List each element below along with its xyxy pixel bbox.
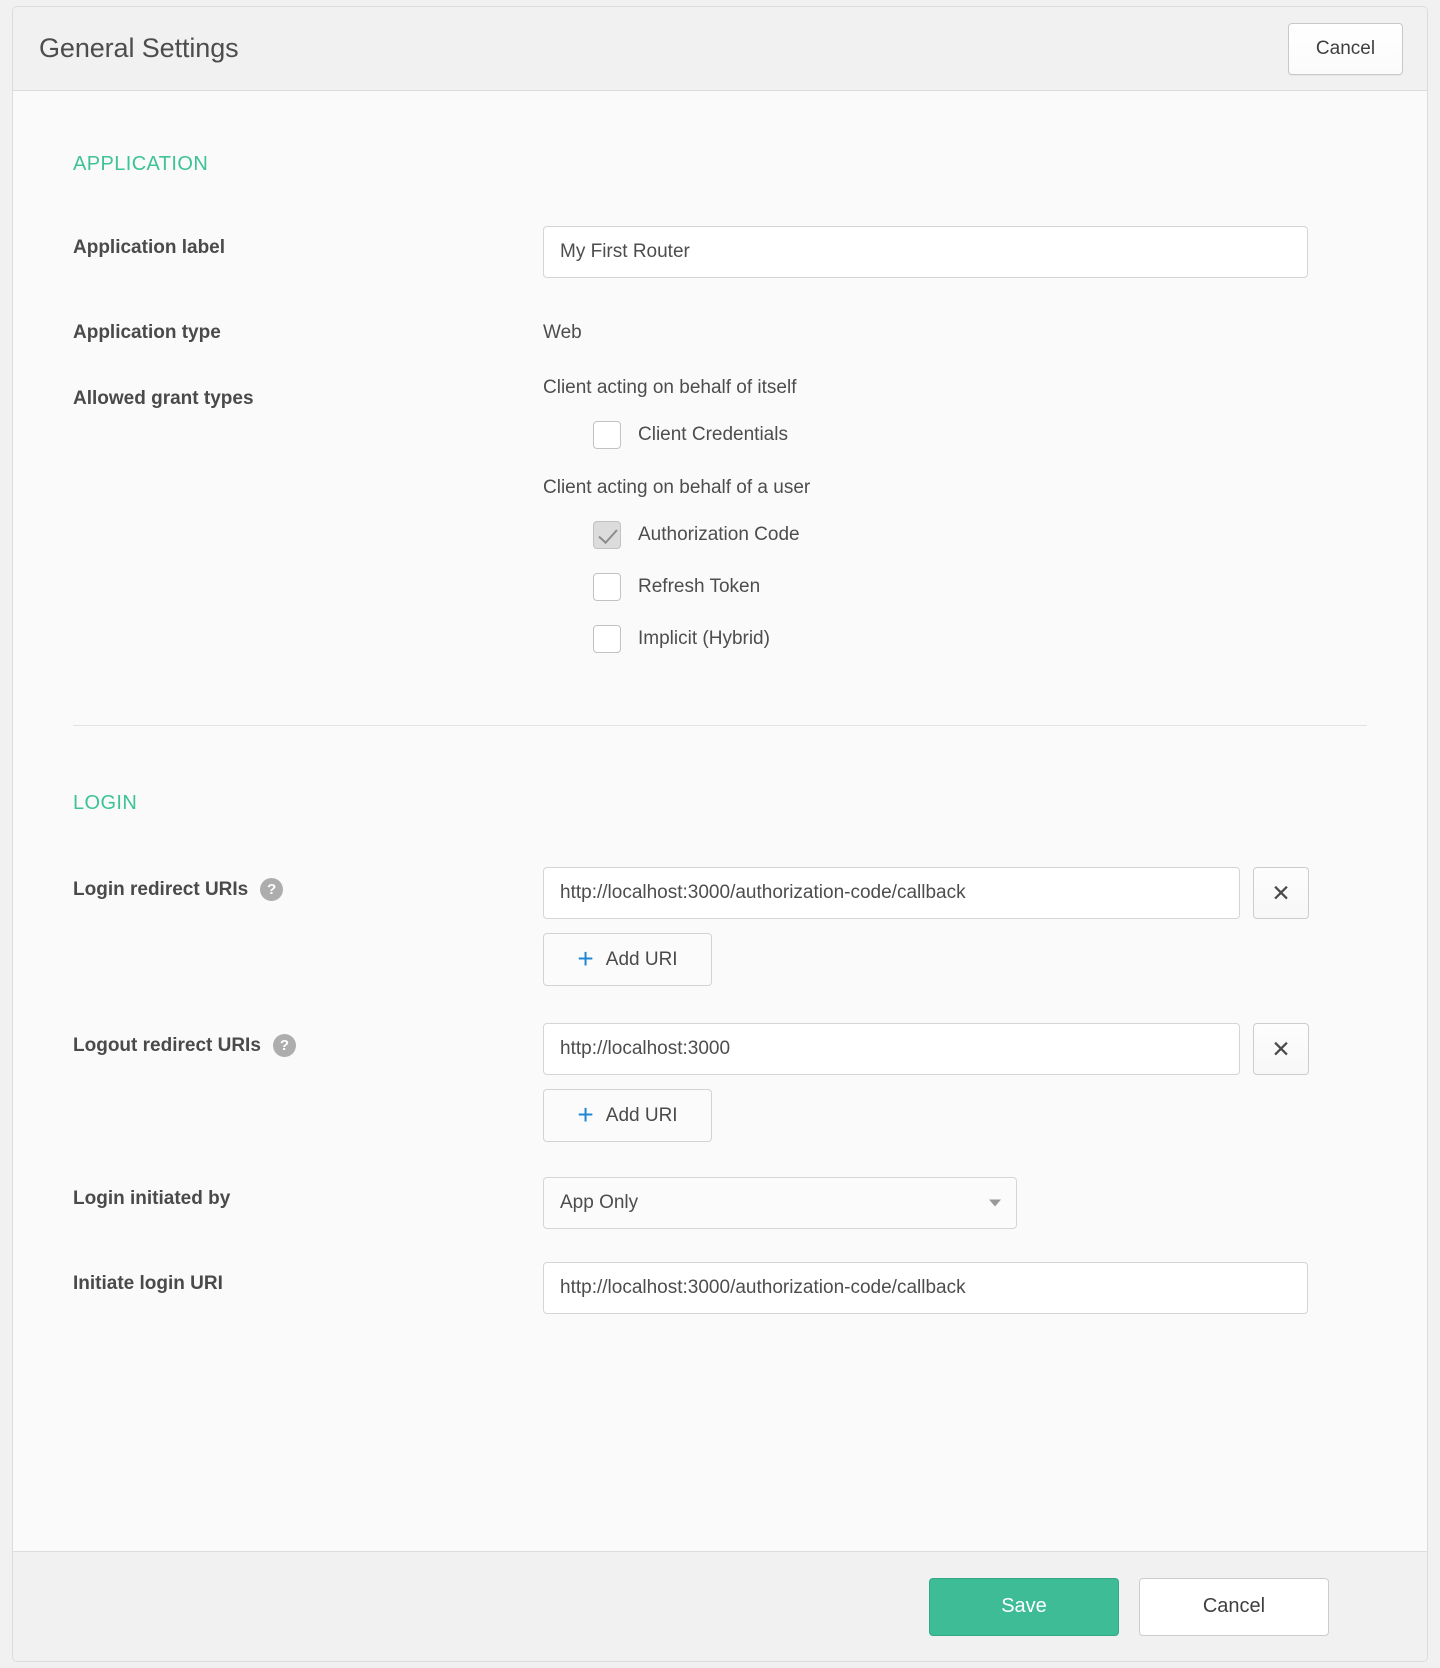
checkbox-label-client-credentials: Client Credentials (638, 424, 788, 446)
login-redirect-uris-label-wrap: Login redirect URIs ? (73, 867, 543, 901)
save-button[interactable]: Save (929, 1578, 1119, 1636)
application-label-control (543, 226, 1367, 278)
application-type-label: Application type (73, 311, 543, 344)
application-label-input[interactable] (543, 226, 1308, 278)
add-login-redirect-uri-button[interactable]: + Add URI (543, 933, 712, 986)
logout-redirect-uri-entry: ✕ (543, 1023, 1367, 1075)
panel-footer: Save Cancel (13, 1551, 1427, 1661)
general-settings-panel: General Settings Cancel APPLICATION Appl… (12, 6, 1428, 1662)
grant-group-heading-user: Client acting on behalf of a user (543, 477, 1367, 499)
plus-icon: + (577, 945, 593, 973)
application-type-value: Web (543, 311, 1367, 344)
checkbox-row-implicit-hybrid[interactable]: Implicit (Hybrid) (593, 625, 1367, 653)
section-divider (73, 725, 1367, 726)
header-cancel-button[interactable]: Cancel (1288, 23, 1403, 75)
login-redirect-uri-entry: ✕ (543, 867, 1367, 919)
allowed-grant-types-row: Allowed grant types Client acting on beh… (73, 377, 1367, 677)
help-icon-login-redirect[interactable]: ? (260, 878, 283, 901)
checkbox-row-authorization-code[interactable]: Authorization Code (593, 521, 1367, 549)
initiate-login-uri-input[interactable] (543, 1262, 1308, 1314)
logout-redirect-uri-input[interactable] (543, 1023, 1240, 1075)
checkbox-label-implicit-hybrid: Implicit (Hybrid) (638, 628, 770, 650)
application-label-row: Application label (73, 226, 1367, 278)
help-icon-logout-redirect[interactable]: ? (273, 1034, 296, 1057)
grant-group-heading-self: Client acting on behalf of itself (543, 377, 1367, 399)
checkbox-label-refresh-token: Refresh Token (638, 576, 760, 598)
checkbox-row-client-credentials[interactable]: Client Credentials (593, 421, 1367, 449)
login-redirect-uris-row: Login redirect URIs ? ✕ + Add URI (73, 867, 1367, 986)
panel-header: General Settings Cancel (13, 7, 1427, 91)
grant-types-control: Client acting on behalf of itself Client… (543, 377, 1367, 677)
checkbox-refresh-token[interactable] (593, 573, 621, 601)
login-initiated-by-select-wrap[interactable]: App Only (543, 1177, 1017, 1229)
footer-cancel-button[interactable]: Cancel (1139, 1578, 1329, 1636)
plus-icon: + (577, 1101, 593, 1129)
initiate-login-uri-label: Initiate login URI (73, 1262, 543, 1295)
logout-redirect-uris-label-wrap: Logout redirect URIs ? (73, 1023, 543, 1057)
checkbox-row-refresh-token[interactable]: Refresh Token (593, 573, 1367, 601)
application-label-label: Application label (73, 226, 543, 259)
add-logout-redirect-uri-label: Add URI (606, 1105, 678, 1127)
checkbox-client-credentials[interactable] (593, 421, 621, 449)
login-redirect-uris-label: Login redirect URIs (73, 879, 248, 901)
checkbox-authorization-code[interactable] (593, 521, 621, 549)
logout-redirect-uris-label: Logout redirect URIs (73, 1035, 261, 1057)
login-redirect-uri-input[interactable] (543, 867, 1240, 919)
application-type-row: Application type Web (73, 311, 1367, 344)
login-initiated-by-row: Login initiated by App Only (73, 1177, 1367, 1229)
add-logout-redirect-uri-button[interactable]: + Add URI (543, 1089, 712, 1142)
initiate-login-uri-row: Initiate login URI (73, 1262, 1367, 1314)
panel-body: APPLICATION Application label Applicatio… (13, 91, 1427, 1551)
checkbox-implicit-hybrid[interactable] (593, 625, 621, 653)
add-login-redirect-uri-label: Add URI (606, 949, 678, 971)
application-section-title: APPLICATION (73, 153, 1367, 176)
login-section-title: LOGIN (73, 792, 1367, 815)
login-initiated-by-label: Login initiated by (73, 1177, 543, 1210)
login-initiated-by-select[interactable]: App Only (543, 1177, 1017, 1229)
logout-redirect-uris-row: Logout redirect URIs ? ✕ + Add URI (73, 1023, 1367, 1142)
remove-login-redirect-uri-button[interactable]: ✕ (1253, 867, 1309, 919)
checkbox-label-authorization-code: Authorization Code (638, 524, 800, 546)
remove-logout-redirect-uri-button[interactable]: ✕ (1253, 1023, 1309, 1075)
page-title: General Settings (39, 33, 239, 64)
allowed-grant-types-label: Allowed grant types (73, 377, 543, 410)
